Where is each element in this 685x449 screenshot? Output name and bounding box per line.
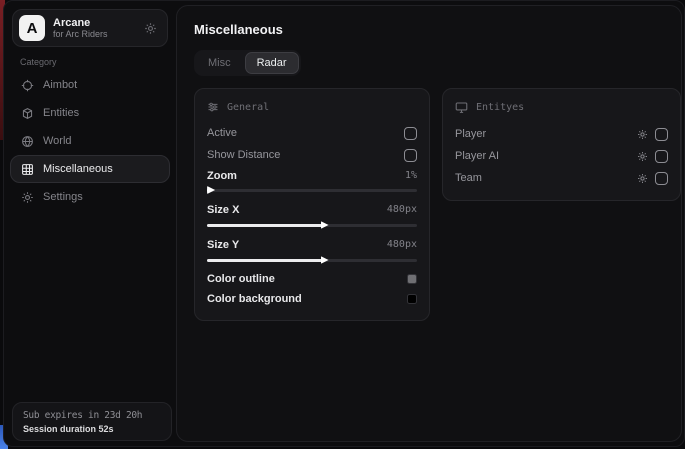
gear-icon: [21, 191, 34, 204]
size-y-value: 480px: [387, 239, 417, 250]
slider-track: [207, 189, 417, 192]
slider-thumb[interactable]: [321, 256, 329, 264]
entity-row-player-ai: Player AI: [455, 145, 668, 167]
sidebar-item-aimbot[interactable]: Aimbot: [10, 71, 170, 99]
entity-controls: [637, 150, 668, 163]
sidebar-item-label: Aimbot: [43, 79, 77, 91]
sidebar-item-miscellaneous[interactable]: Miscellaneous: [10, 155, 170, 183]
color-background-swatch[interactable]: [407, 294, 417, 304]
active-checkbox[interactable]: [404, 127, 417, 140]
setting-row-size-y: Size Y 480px: [207, 234, 417, 255]
panel-general-header: General: [207, 101, 417, 113]
main-content: Miscellaneous Misc Radar Gene: [176, 5, 682, 442]
sidebar-item-label: Settings: [43, 191, 83, 203]
entity-controls: [637, 172, 668, 185]
sidebar-item-label: Miscellaneous: [43, 163, 113, 175]
player-ai-checkbox[interactable]: [655, 150, 668, 163]
category-label: Category: [20, 57, 176, 67]
sidebar-nav: Aimbot Entities World: [4, 71, 176, 211]
entity-row-player: Player: [455, 123, 668, 145]
team-checkbox[interactable]: [655, 172, 668, 185]
panel-general: General Active Show Distance Zoom 1%: [194, 88, 430, 321]
entity-row-team: Team: [455, 167, 668, 189]
slider-thumb[interactable]: [207, 186, 215, 194]
gear-icon[interactable]: [637, 151, 648, 162]
session-duration: Session duration 52s: [23, 424, 161, 434]
subscription-card: Sub expires in 23d 20h Session duration …: [12, 402, 172, 441]
slider-fill: [207, 259, 323, 262]
tab-misc[interactable]: Misc: [196, 52, 243, 74]
setting-row-size-x: Size X 480px: [207, 199, 417, 220]
setting-label: Color background: [207, 293, 302, 305]
gear-icon[interactable]: [144, 22, 157, 35]
setting-row-color-background: Color background: [207, 289, 417, 309]
panels-row: General Active Show Distance Zoom 1%: [194, 88, 681, 321]
logo-text: Arcane for Arc Riders: [53, 17, 136, 40]
entity-label: Player: [455, 128, 486, 140]
subscription-expiry: Sub expires in 23d 20h: [23, 410, 161, 421]
box-scan-icon: [21, 107, 34, 120]
app-title: Arcane: [53, 17, 136, 30]
globe-icon: [21, 135, 34, 148]
color-outline-swatch[interactable]: [407, 274, 417, 284]
crosshair-icon: [21, 79, 34, 92]
sidebar-item-label: Entities: [43, 107, 79, 119]
setting-row-zoom: Zoom 1%: [207, 166, 417, 185]
setting-label: Size Y: [207, 239, 239, 251]
size-x-value: 480px: [387, 204, 417, 215]
logo-card: A Arcane for Arc Riders: [12, 9, 168, 47]
panel-entities-header: Entityes: [455, 101, 668, 114]
gear-icon[interactable]: [637, 173, 648, 184]
slider-fill: [207, 224, 323, 227]
gear-icon[interactable]: [637, 129, 648, 140]
setting-row-active: Active: [207, 122, 417, 144]
size-y-slider[interactable]: [207, 256, 417, 264]
page-title: Miscellaneous: [194, 22, 681, 37]
show-distance-checkbox[interactable]: [404, 149, 417, 162]
app-subtitle: for Arc Riders: [53, 29, 136, 39]
entity-label: Player AI: [455, 150, 499, 162]
panel-entities: Entityes Player P: [442, 88, 681, 201]
setting-label: Color outline: [207, 273, 275, 285]
sidebar-item-label: World: [43, 135, 72, 147]
tab-radar[interactable]: Radar: [245, 52, 299, 74]
size-x-slider[interactable]: [207, 221, 417, 229]
sidebar: A Arcane for Arc Riders Category: [4, 1, 176, 446]
sidebar-item-settings[interactable]: Settings: [10, 183, 170, 211]
monitor-icon: [455, 101, 468, 114]
overlay-window: A Arcane for Arc Riders Category: [3, 0, 685, 447]
entity-label: Team: [455, 172, 482, 184]
panel-entities-title: Entityes: [476, 102, 524, 113]
entity-controls: [637, 128, 668, 141]
setting-row-show-distance: Show Distance: [207, 144, 417, 166]
sidebar-item-world[interactable]: World: [10, 127, 170, 155]
sidebar-item-entities[interactable]: Entities: [10, 99, 170, 127]
sliders-icon: [207, 101, 219, 113]
zoom-slider[interactable]: [207, 186, 417, 194]
app-logo: A: [19, 15, 45, 41]
setting-label: Show Distance: [207, 149, 280, 161]
slider-thumb[interactable]: [321, 221, 329, 229]
zoom-value: 1%: [405, 170, 417, 181]
setting-label: Zoom: [207, 170, 237, 182]
grid-icon: [21, 163, 34, 176]
tab-group: Misc Radar: [194, 50, 301, 76]
player-checkbox[interactable]: [655, 128, 668, 141]
setting-label: Active: [207, 127, 237, 139]
setting-row-color-outline: Color outline: [207, 269, 417, 289]
panel-general-title: General: [227, 102, 269, 113]
setting-label: Size X: [207, 204, 239, 216]
